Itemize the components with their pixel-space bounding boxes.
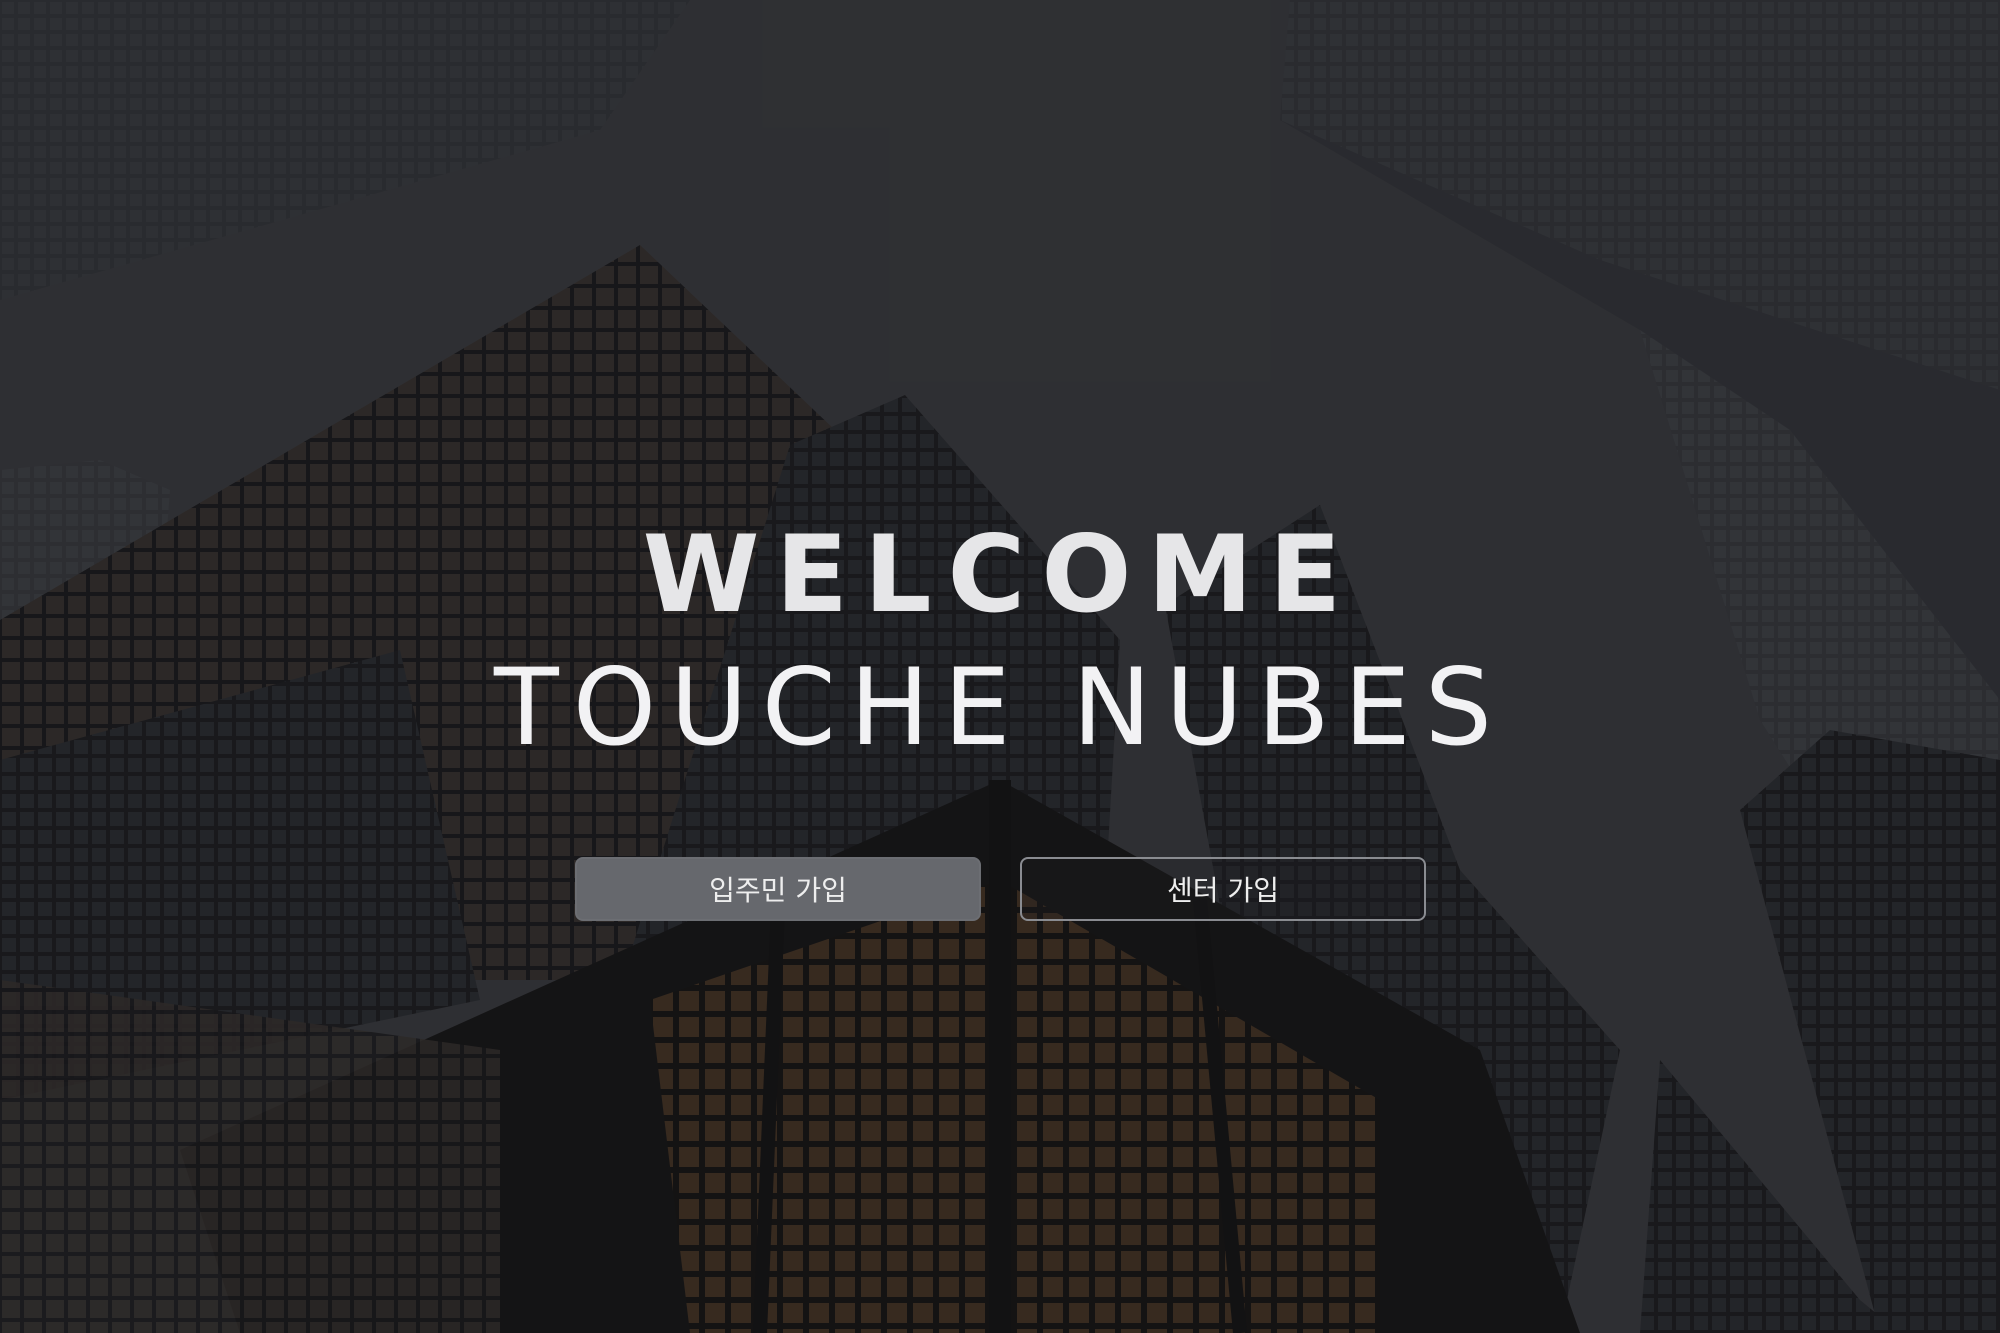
center-signup-label: 센터 가입 <box>1167 874 1279 907</box>
hero-content: WELCOME TOUCHE NUBES 입주민 가입 센터 가입 <box>0 0 2000 1333</box>
hero-section: WELCOME TOUCHE NUBES 입주민 가입 센터 가입 <box>0 0 2000 1333</box>
brand-title: TOUCHE NUBES <box>493 646 1506 769</box>
center-signup-button[interactable]: 센터 가입 <box>1020 857 1426 921</box>
welcome-heading: WELCOME <box>642 513 1358 636</box>
resident-signup-button[interactable]: 입주민 가입 <box>575 857 981 921</box>
resident-signup-label: 입주민 가입 <box>709 874 847 907</box>
